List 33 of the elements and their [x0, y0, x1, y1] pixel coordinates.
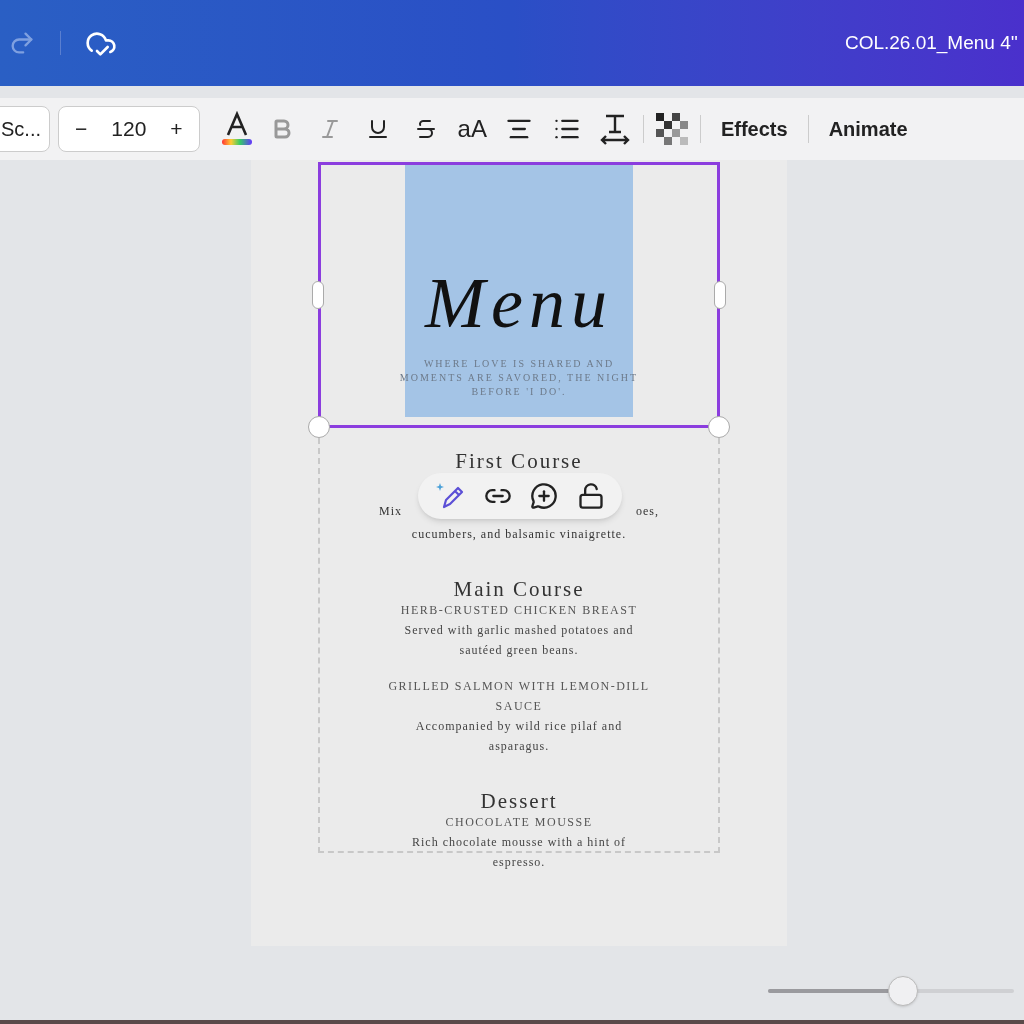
animate-button[interactable]: Animate: [816, 114, 920, 144]
section-heading: First Course: [455, 450, 583, 472]
dish-name: CHOCOLATE MOUSSE: [445, 814, 593, 831]
increase-button[interactable]: +: [166, 113, 187, 145]
text-spacing-icon[interactable]: [598, 112, 631, 146]
dish-description: cucumbers, and balsamic vinaigrette.: [411, 526, 627, 543]
dish-description: oes,: [636, 503, 659, 520]
corner-handle[interactable]: [308, 416, 330, 438]
magic-pencil-icon[interactable]: [435, 481, 466, 511]
dish-name: HERB-CRUSTED CHICKEN BREAST: [400, 602, 638, 619]
zoom-slider[interactable]: [768, 976, 1014, 1006]
menu-title: Menu: [425, 273, 613, 333]
corner-handle[interactable]: [708, 416, 730, 438]
unlocked-icon[interactable]: [576, 482, 605, 510]
font-size-value[interactable]: 120: [99, 113, 159, 145]
dish-description: Mix: [379, 503, 402, 520]
slider-thumb[interactable]: [888, 976, 919, 1006]
resize-handle[interactable]: [714, 281, 726, 309]
section-heading: Main Course: [453, 578, 585, 600]
decrease-button[interactable]: −: [71, 113, 92, 145]
section-heading: Dessert: [480, 790, 558, 812]
comment-add-icon[interactable]: [530, 482, 559, 510]
dish-name: GRILLED SALMON WITH LEMON-DILL SAUCE: [387, 678, 651, 715]
dish-description: Accompanied by wild rice pilaf and asparagus.: [414, 718, 624, 755]
resize-handle[interactable]: [312, 281, 324, 309]
transparency-icon[interactable]: [655, 113, 688, 145]
text-color-icon[interactable]: [219, 111, 254, 147]
letter-case-button[interactable]: aA: [453, 111, 491, 147]
dish-description: Served with garlic mashed potatoes and sautéed green beans.: [403, 622, 635, 659]
effects-button[interactable]: Effects: [708, 114, 800, 144]
font-dropdown[interactable]: Sc...: [0, 106, 50, 152]
file-title[interactable]: COL.26.01_Menu 4'': [844, 28, 1018, 58]
dish-description: Rich chocolate mousse with a hint of espresso.: [411, 834, 627, 871]
